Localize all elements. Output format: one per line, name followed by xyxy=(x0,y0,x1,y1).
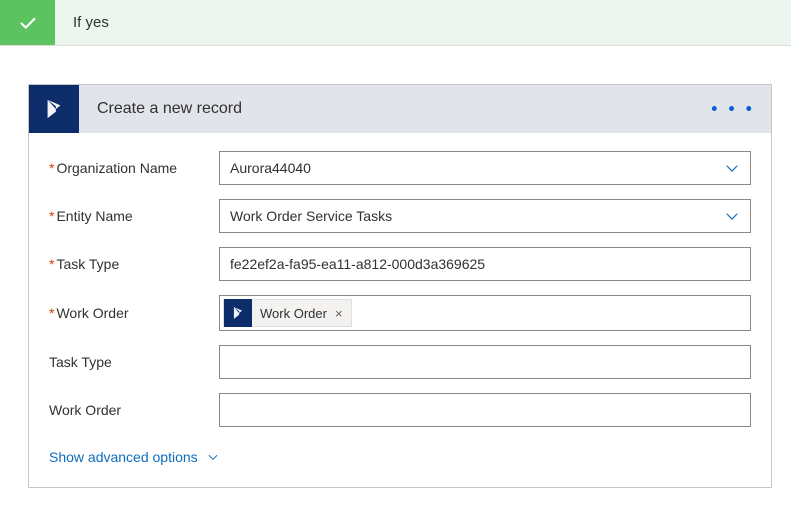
condition-header[interactable]: If yes xyxy=(0,0,791,46)
check-icon xyxy=(0,0,55,45)
condition-title: If yes xyxy=(55,14,109,31)
required-asterisk: * xyxy=(49,160,54,176)
action-card-title: Create a new record xyxy=(79,100,242,118)
chevron-down-icon xyxy=(206,450,220,464)
field-label: Work Order xyxy=(49,402,219,418)
required-asterisk: * xyxy=(49,256,54,272)
organization-name-select[interactable] xyxy=(219,151,751,185)
required-asterisk: * xyxy=(49,305,54,321)
field-row-task-type-required: *Task Type xyxy=(49,247,751,281)
field-row-organization-name: *Organization Name xyxy=(49,151,751,185)
dynamic-content-token[interactable]: Work Order × xyxy=(223,299,352,327)
field-label: *Entity Name xyxy=(49,208,219,224)
work-order-token-field[interactable]: Work Order × xyxy=(219,295,751,331)
entity-name-select[interactable] xyxy=(219,199,751,233)
action-card-body: *Organization Name *Entity Name xyxy=(29,133,771,487)
task-type-input[interactable] xyxy=(219,247,751,281)
show-advanced-options-link[interactable]: Show advanced options xyxy=(49,441,220,475)
field-row-work-order-required: *Work Order Work Order × xyxy=(49,295,751,331)
token-label: Work Order xyxy=(252,306,335,321)
task-type-optional-input[interactable] xyxy=(219,345,751,379)
field-row-task-type-optional: Task Type xyxy=(49,345,751,379)
dynamics-icon xyxy=(29,85,79,133)
field-label: Task Type xyxy=(49,354,219,370)
token-remove-button[interactable]: × xyxy=(335,306,351,321)
action-card-header[interactable]: Create a new record • • • xyxy=(29,85,771,133)
field-label: *Organization Name xyxy=(49,160,219,176)
field-label: *Task Type xyxy=(49,256,219,272)
action-card: Create a new record • • • *Organization … xyxy=(28,84,772,488)
more-menu-button[interactable]: • • • xyxy=(711,99,755,120)
required-asterisk: * xyxy=(49,208,54,224)
field-row-entity-name: *Entity Name xyxy=(49,199,751,233)
dynamics-icon xyxy=(224,299,252,327)
work-order-optional-input[interactable] xyxy=(219,393,751,427)
field-row-work-order-optional: Work Order xyxy=(49,393,751,427)
field-label: *Work Order xyxy=(49,305,219,321)
